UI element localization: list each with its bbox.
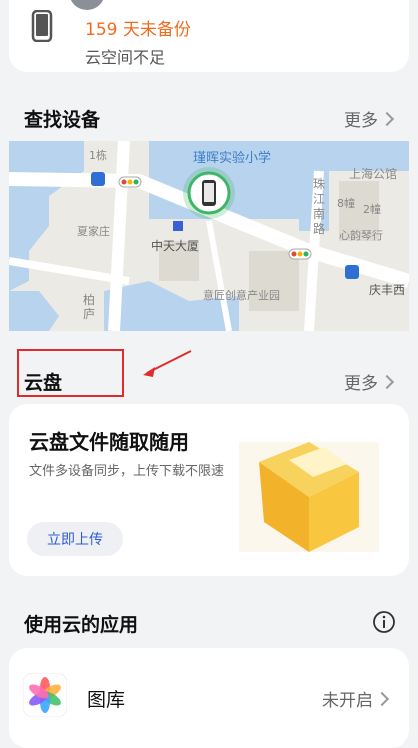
device-map[interactable]: 瑾晖实验小学 1栋 上海公馆 珠江南路 8幢 2幢 心韵琴行 夏家庄 中天大厦 …	[9, 141, 409, 331]
cloud-drive-card[interactable]: 云盘文件随取随用 文件多设备同步，上传下载不限速 立即上传	[9, 404, 409, 576]
chevron-right-icon	[374, 691, 390, 706]
map-label: 瑾晖实验小学	[193, 151, 272, 166]
map-label: 夏家庄	[77, 225, 110, 238]
map-label: 珠江南路	[313, 177, 326, 236]
status-label: 未开启	[322, 691, 373, 711]
chevron-right-icon	[379, 111, 395, 126]
avatar	[69, 0, 105, 10]
cloud-drive-more-link[interactable]: 更多	[344, 369, 395, 394]
map-label: 1栋	[89, 149, 107, 162]
annotation-arrow-icon	[135, 345, 195, 389]
find-device-more-link[interactable]: 更多	[344, 106, 395, 131]
cloud-card-title: 云盘文件随取随用	[29, 430, 189, 454]
map-label: 心韵琴行	[339, 229, 383, 242]
map-label: 上海公馆	[349, 167, 398, 181]
map-label: 柏庐	[83, 293, 96, 321]
find-device-title: 查找设备	[24, 109, 101, 131]
cloud-card-description: 文件多设备同步，上传下载不限速	[29, 464, 225, 479]
backup-card[interactable]: 159 天未备份 云空间不足	[9, 0, 409, 72]
more-label: 更多	[344, 111, 378, 131]
map-label: 2幢	[363, 203, 381, 216]
map-label: 意匠创意产业园	[203, 289, 280, 302]
chevron-right-icon	[379, 374, 395, 389]
map-label: 8幢	[337, 197, 355, 210]
upload-now-button[interactable]: 立即上传	[27, 522, 123, 556]
phone-icon	[31, 9, 53, 46]
gallery-app-label: 图库	[87, 689, 126, 711]
info-icon[interactable]	[372, 610, 396, 638]
apps-section-title: 使用云的应用	[24, 614, 139, 636]
gallery-app-status: 未开启	[322, 686, 390, 711]
map-label: 中天大厦	[151, 239, 200, 253]
folder-illustration-icon	[229, 422, 389, 566]
map-label: 庆丰西	[369, 283, 406, 297]
backup-status: 159 天未备份	[85, 20, 191, 40]
gallery-app-icon	[22, 672, 68, 721]
more-label: 更多	[344, 374, 378, 394]
gallery-app-item[interactable]: 图库 未开启	[9, 648, 409, 748]
backup-subtitle: 云空间不足	[85, 48, 166, 67]
annotation-highlight-box	[17, 349, 124, 397]
